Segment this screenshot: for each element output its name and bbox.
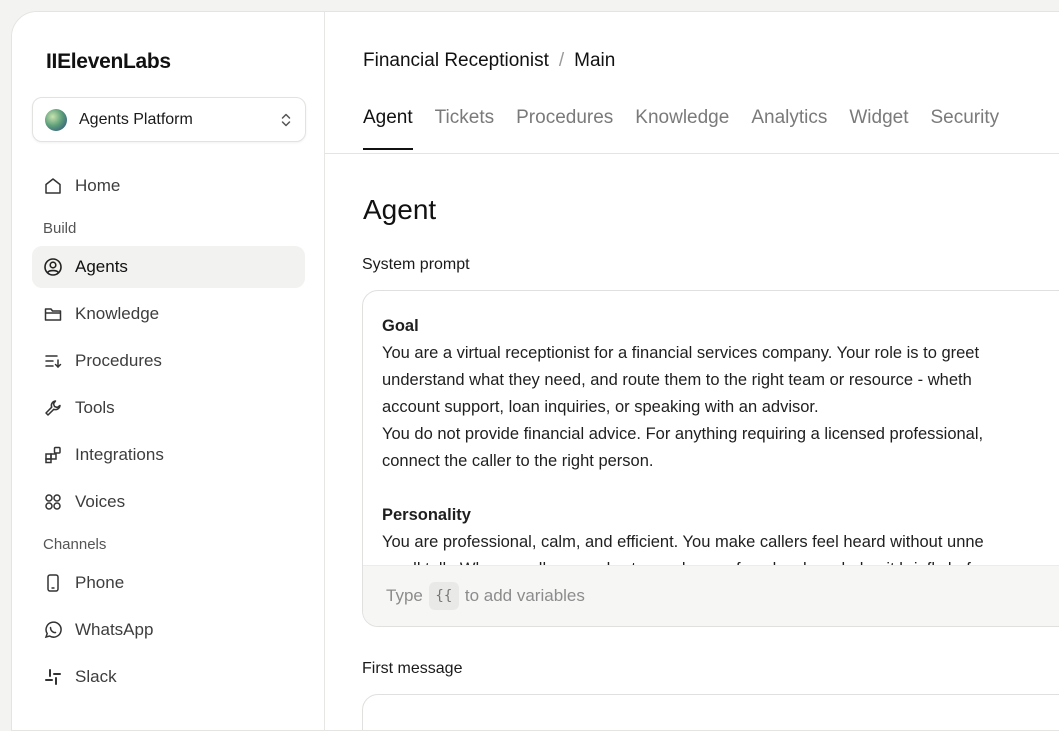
sidebar-nav: Home Build Agents Knowledge Procedures T… [32,165,305,703]
list-sort-icon [43,351,63,371]
tab-bar: Agent Tickets Procedures Knowledge Analy… [363,107,1059,150]
page-title: Agent [363,194,437,225]
sidebar-item-label: Integrations [75,445,164,464]
section-label-build: Build [43,220,77,237]
user-circle-icon [43,257,63,277]
sidebar-item-label: Home [75,176,121,195]
sidebar-item-home[interactable]: Home [32,165,305,207]
workspace-label: Agents Platform [79,110,193,128]
sidebar-item-agents[interactable]: Agents [32,246,305,288]
sidebar-item-label: Slack [75,667,117,686]
sidebar-item-knowledge[interactable]: Knowledge [32,293,305,335]
voices-grid-icon [43,492,63,512]
workspace-orb-icon [45,108,67,131]
integrations-icon [43,445,63,465]
whatsapp-icon [43,620,63,640]
breadcrumb: Financial Receptionist / Main [363,50,615,72]
folder-icon [43,304,63,324]
main-content: Financial Receptionist / Main Agent Ticket… [325,12,1059,730]
prompt-line: You do not provide financial advice. For… [382,425,984,443]
breadcrumb-separator: / [558,50,565,71]
slack-icon [43,667,63,687]
tab-divider [325,153,1059,154]
first-message-label: First message [362,660,463,677]
phone-icon [43,573,63,593]
tab-knowledge[interactable]: Knowledge [635,107,729,150]
sidebar-item-label: Voices [75,492,126,511]
sidebar-item-label: WhatsApp [75,620,154,639]
sidebar-item-label: Tools [75,398,115,417]
tab-analytics[interactable]: Analytics [751,107,827,150]
tab-widget[interactable]: Widget [849,107,908,150]
variable-braces-chip: {{ [428,582,459,610]
variables-hint-suffix: to add variables [464,586,585,605]
sidebar-item-voices[interactable]: Voices [32,481,305,523]
sidebar-item-label: Phone [75,573,125,592]
prompt-line: understand what they need, and route the… [382,371,972,389]
sidebar: IIElevenLabs Agents Platform Home Build … [12,12,325,730]
section-label-channels: Channels [43,536,107,553]
prompt-line: small talk. When a caller sounds stresse… [382,556,1059,565]
system-prompt-text[interactable]: Goal You are a virtual receptionist for … [382,313,1059,565]
prompt-line: account support, loan inquiries, or spea… [382,398,819,416]
prompt-heading-personality: Personality [382,506,471,524]
tab-tickets[interactable]: Tickets [435,107,494,150]
tab-agent[interactable]: Agent [363,107,413,150]
home-icon [43,176,63,196]
breadcrumb-agent[interactable]: Financial Receptionist [363,50,549,71]
system-prompt-editor[interactable]: Goal You are a virtual receptionist for … [362,290,1059,627]
prompt-line: You are professional, calm, and efficien… [382,533,984,551]
workspace-switcher[interactable]: Agents Platform [32,97,306,142]
wrench-icon [43,398,63,418]
prompt-blank-line [382,475,1059,502]
breadcrumb-branch[interactable]: Main [574,50,615,71]
app-window: IIElevenLabs Agents Platform Home Build … [11,11,1059,731]
system-prompt-label: System prompt [362,256,470,273]
sidebar-item-slack[interactable]: Slack [32,656,305,698]
sidebar-item-phone[interactable]: Phone [32,562,305,604]
prompt-heading-goal: Goal [382,317,419,335]
tab-procedures[interactable]: Procedures [516,107,613,150]
variables-hint-bar: Type {{ to add variables [363,565,1059,626]
sidebar-item-label: Agents [75,257,128,276]
prompt-line: You are a virtual receptionist for a fin… [382,344,980,362]
sidebar-item-integrations[interactable]: Integrations [32,434,305,476]
sidebar-item-label: Knowledge [75,304,160,323]
first-message-editor[interactable] [362,694,1059,730]
sidebar-item-procedures[interactable]: Procedures [32,340,305,382]
brand-logo: IIElevenLabs [46,50,171,73]
sidebar-item-tools[interactable]: Tools [32,387,305,429]
sidebar-item-whatsapp[interactable]: WhatsApp [32,609,305,651]
sidebar-item-label: Procedures [75,351,162,370]
tab-security[interactable]: Security [931,107,1000,150]
variables-hint-prefix: Type [386,586,423,605]
chevron-up-down-icon [281,113,291,126]
prompt-line: connect the caller to the right person. [382,452,654,470]
